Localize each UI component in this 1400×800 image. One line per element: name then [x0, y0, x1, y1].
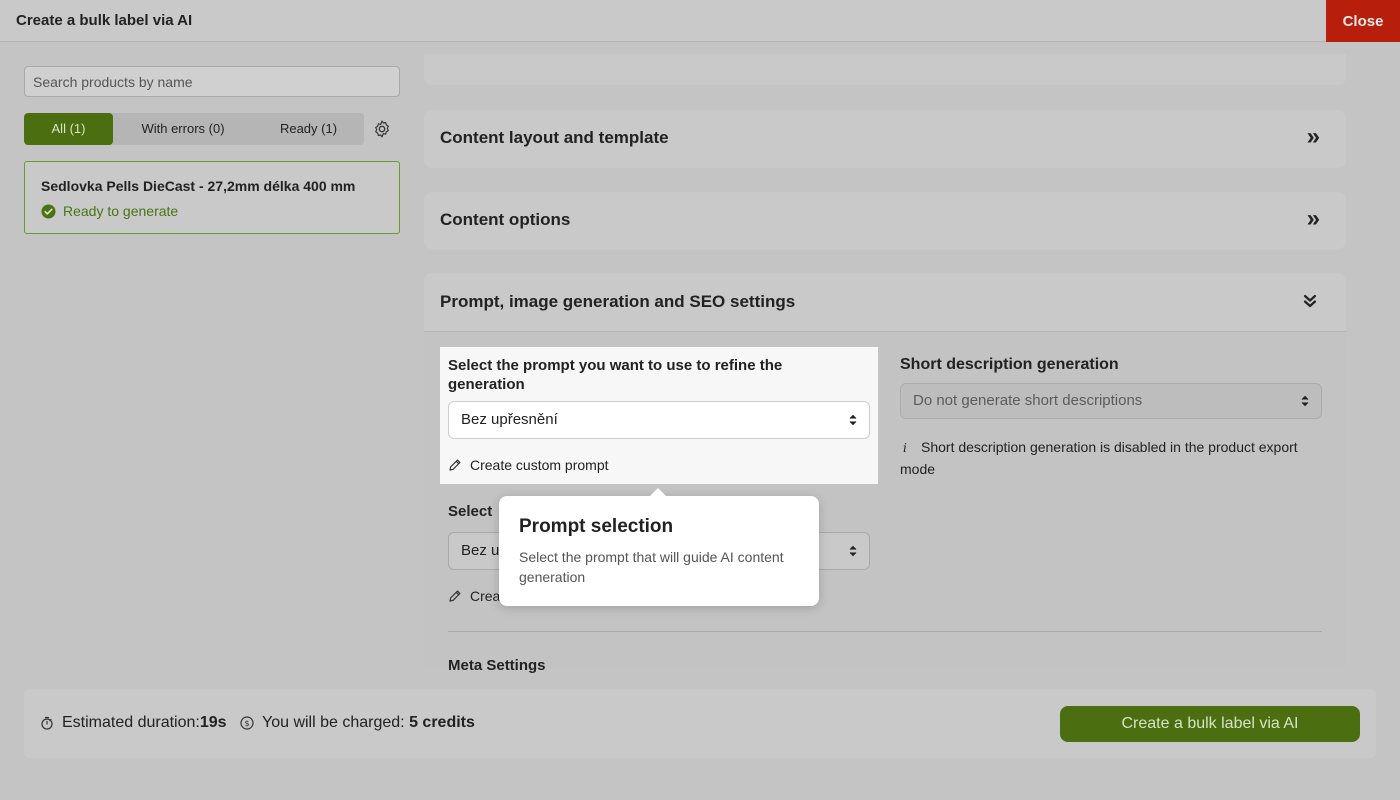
short-description-select[interactable]: Do not generate short descriptions: [900, 383, 1322, 419]
select-arrows-icon: [849, 414, 857, 426]
onboarding-tooltip: Prompt selection Select the prompt that …: [499, 488, 819, 606]
select-arrows-icon: [849, 545, 857, 557]
prompt-select-value: Bez upřesnění: [461, 411, 558, 428]
filter-all[interactable]: All (1): [24, 113, 113, 145]
pencil-icon: [449, 590, 461, 602]
product-list-item[interactable]: Sedlovka Pells DieCast - 27,2mm délka 40…: [24, 161, 400, 234]
seo-panel-header[interactable]: Prompt, image generation and SEO setting…: [424, 273, 1346, 332]
content-options-panel[interactable]: Content options »: [424, 192, 1346, 249]
second-custom-prompt-link[interactable]: Creat: [448, 588, 504, 604]
short-description-label: Short description generation: [900, 356, 1119, 373]
collapse-icon[interactable]: [1302, 293, 1318, 309]
coin-icon: $: [240, 716, 254, 730]
content-options-title: Content options: [440, 210, 571, 229]
product-name: Sedlovka Pells DieCast - 27,2mm délka 40…: [41, 178, 356, 194]
second-prompt-label: Select: [448, 503, 493, 520]
footer-bar: Estimated duration:19s $ You will be cha…: [24, 689, 1376, 758]
charge-label: You will be charged:: [262, 714, 405, 731]
collapsed-panel-previous: [424, 54, 1346, 85]
prompt-selection-spotlight: Select the prompt you want to use to ref…: [440, 347, 878, 484]
close-button[interactable]: Close: [1326, 0, 1400, 42]
create-custom-prompt-text: Create custom prompt: [470, 457, 609, 473]
charge-info: $ You will be charged: 5 credits: [240, 714, 475, 732]
search-input[interactable]: [24, 66, 400, 97]
product-status: Ready to generate: [41, 203, 178, 219]
filter-tabs: All (1) With errors (0) Ready (1): [24, 113, 364, 145]
tooltip-text: Select the prompt that will guide AI con…: [519, 549, 784, 585]
seo-panel-title: Prompt, image generation and SEO setting…: [440, 292, 796, 311]
charge-value: 5 credits: [409, 714, 475, 731]
check-circle-icon: [41, 203, 56, 219]
section-divider: [448, 631, 1322, 632]
short-description-value: Do not generate short descriptions: [913, 392, 1143, 409]
prompt-select[interactable]: Bez upřesnění: [448, 401, 870, 439]
short-description-note: i Short description generation is disable…: [900, 437, 1320, 480]
modal-header: Create a bulk label via AI Close: [0, 0, 1400, 42]
duration-value: 19s: [199, 714, 227, 731]
estimated-duration: Estimated duration:19s: [40, 714, 227, 732]
duration-label: Estimated duration:: [62, 714, 200, 731]
filter-with-errors[interactable]: With errors (0): [113, 113, 253, 145]
info-icon: i: [903, 441, 907, 455]
prompt-select-label: Select the prompt you want to use to ref…: [448, 357, 783, 393]
content-layout-title: Content layout and template: [440, 128, 669, 147]
select-arrows-icon: [1301, 395, 1309, 407]
content-layout-panel[interactable]: Content layout and template »: [424, 110, 1346, 168]
gear-icon[interactable]: [372, 119, 392, 139]
create-bulk-label-button[interactable]: Create a bulk label via AI: [1060, 706, 1360, 742]
product-status-text: Ready to generate: [63, 203, 179, 219]
meta-settings-label: Meta Settings: [448, 657, 546, 674]
svg-text:$: $: [244, 719, 249, 728]
create-custom-prompt-link[interactable]: Create custom prompt: [448, 457, 609, 473]
tooltip-title: Prompt selection: [519, 516, 674, 537]
expand-icon[interactable]: »: [1307, 123, 1320, 151]
stopwatch-icon: [41, 716, 53, 730]
pencil-icon: [449, 459, 461, 471]
short-description-note-text: Short description generation is disabled…: [900, 439, 1298, 477]
filter-ready[interactable]: Ready (1): [253, 113, 364, 145]
modal-title: Create a bulk label via AI: [16, 12, 193, 29]
tooltip-arrow: [650, 488, 666, 496]
expand-icon[interactable]: »: [1307, 205, 1320, 233]
second-prompt-value: Bez u: [461, 542, 500, 559]
